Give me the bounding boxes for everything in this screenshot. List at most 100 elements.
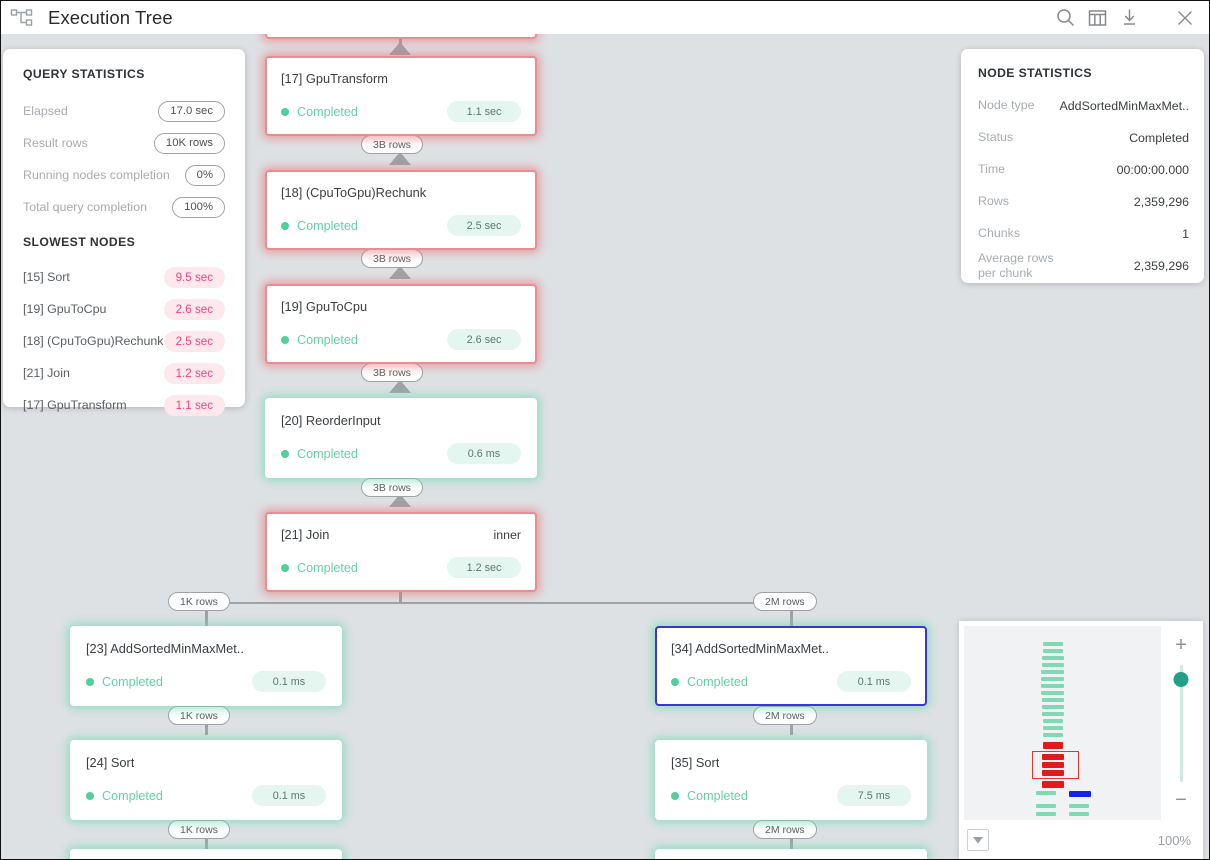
status-label: Completed bbox=[102, 789, 163, 803]
slowest-node-label: [15] Sort bbox=[23, 270, 70, 284]
page-title: Execution Tree bbox=[48, 7, 173, 29]
slowest-node-label: [18] (CpuToGpu)Rechunk bbox=[23, 334, 164, 348]
status-label: Completed bbox=[297, 105, 358, 119]
slowest-nodes-heading: SLOWEST NODES bbox=[23, 235, 225, 249]
status-dot-icon bbox=[281, 222, 289, 230]
edge-label-24-next: 1K rows bbox=[168, 820, 230, 839]
tree-node-35[interactable]: [35] Sort Completed 7.5 ms bbox=[655, 740, 927, 820]
stat-value: 0% bbox=[185, 165, 225, 186]
node-time-badge: 1.2 sec bbox=[447, 557, 521, 578]
node-time-badge: 0.1 ms bbox=[252, 671, 326, 692]
slowest-node-time: 2.6 sec bbox=[164, 299, 225, 320]
close-icon[interactable] bbox=[1169, 3, 1201, 33]
stat-value: 100% bbox=[172, 197, 225, 218]
tree-node-17[interactable]: [17] GpuTransform Completed 1.1 sec bbox=[265, 56, 537, 136]
tree-node-19[interactable]: [19] GpuToCpu Completed 2.6 sec bbox=[265, 284, 537, 364]
stat-label: Time bbox=[978, 162, 1005, 178]
download-icon[interactable] bbox=[1113, 3, 1145, 33]
node-status: Completed bbox=[86, 675, 163, 689]
slowest-node-time: 1.1 sec bbox=[164, 395, 225, 416]
query-statistics-panel: QUERY STATISTICS Elapsed 17.0 sec Result… bbox=[3, 49, 245, 407]
zoom-out-button[interactable]: − bbox=[1175, 790, 1187, 810]
edge-label-20-21: 3B rows bbox=[361, 478, 423, 497]
chevron-down-icon[interactable] bbox=[967, 829, 989, 851]
slowest-node-item[interactable]: [15] Sort 9.5 sec bbox=[23, 261, 225, 293]
minimap-viewport[interactable] bbox=[1032, 751, 1079, 779]
slowest-node-time: 1.2 sec bbox=[164, 363, 225, 384]
node-stat-row: Average rows per chunk 2,359,296 bbox=[978, 250, 1189, 282]
zoom-controls: + − bbox=[1161, 626, 1201, 820]
edge-arrow-icon bbox=[389, 42, 411, 55]
slowest-node-time: 2.5 sec bbox=[164, 331, 225, 352]
slowest-node-item[interactable]: [17] GpuTransform 1.1 sec bbox=[23, 389, 225, 421]
status-label: Completed bbox=[297, 219, 358, 233]
tree-node-18[interactable]: [18] (CpuToGpu)Rechunk Completed 2.5 sec bbox=[265, 170, 537, 250]
slowest-node-time: 9.5 sec bbox=[164, 267, 225, 288]
node-title: [17] GpuTransform bbox=[281, 71, 388, 86]
slowest-node-label: [19] GpuToCpu bbox=[23, 302, 106, 316]
node-footer: Completed 0.1 ms bbox=[86, 671, 326, 692]
status-dot-icon bbox=[86, 678, 94, 686]
search-icon[interactable] bbox=[1049, 3, 1081, 33]
zoom-slider[interactable] bbox=[1180, 665, 1183, 782]
node-footer: Completed 0.6 ms bbox=[281, 443, 521, 464]
node-footer: Completed 0.1 ms bbox=[86, 785, 326, 806]
node-time-badge: 2.6 sec bbox=[447, 329, 521, 350]
tree-icon bbox=[10, 8, 34, 28]
stat-label: Status bbox=[978, 130, 1013, 146]
tree-node-20[interactable]: [20] ReorderInput Completed 0.6 ms bbox=[265, 398, 537, 478]
status-dot-icon bbox=[281, 450, 289, 458]
edge-label-18-19: 3B rows bbox=[361, 249, 423, 268]
tree-node-23[interactable]: [23] AddSortedMinMaxMet.. Completed 0.1 … bbox=[70, 626, 342, 706]
tree-node-34[interactable]: [34] AddSortedMinMaxMet.. Completed 0.1 … bbox=[655, 626, 927, 706]
node-time-badge: 0.1 ms bbox=[252, 785, 326, 806]
status-label: Completed bbox=[687, 675, 748, 689]
node-status: Completed bbox=[281, 219, 358, 233]
edge-label-21-23: 1K rows bbox=[168, 592, 230, 611]
slowest-node-item[interactable]: [21] Join 1.2 sec bbox=[23, 357, 225, 389]
minimap-canvas[interactable] bbox=[964, 626, 1161, 820]
status-label: Completed bbox=[297, 561, 358, 575]
node-stat-row: Time 00:00:00.000 bbox=[978, 154, 1189, 186]
query-stat-row: Result rows 10K rows bbox=[23, 127, 225, 159]
status-dot-icon bbox=[671, 678, 679, 686]
node-stat-row: Status Completed bbox=[978, 122, 1189, 154]
slowest-node-label: [17] GpuTransform bbox=[23, 398, 127, 412]
node-title: [20] ReorderInput bbox=[281, 413, 381, 428]
stat-value: AddSortedMinMaxMet.. bbox=[1060, 99, 1189, 113]
tree-node-partial-bottom-right[interactable] bbox=[655, 849, 927, 860]
stat-label: Average rows per chunk bbox=[978, 251, 1074, 282]
node-title: [34] AddSortedMinMaxMet.. bbox=[671, 641, 829, 656]
window-header: Execution Tree bbox=[1, 1, 1210, 34]
stat-value: 1 bbox=[1182, 227, 1189, 241]
node-title: [18] (CpuToGpu)Rechunk bbox=[281, 185, 426, 200]
tree-node-24[interactable]: [24] Sort Completed 0.1 ms bbox=[70, 740, 342, 820]
node-footer: Completed 2.6 sec bbox=[281, 329, 521, 350]
tree-node-partial-bottom-left[interactable] bbox=[70, 849, 342, 860]
slowest-node-item[interactable]: [19] GpuToCpu 2.6 sec bbox=[23, 293, 225, 325]
minimap-panel: + − 100% bbox=[959, 621, 1203, 859]
node-status: Completed bbox=[671, 675, 748, 689]
node-stat-row: Node type AddSortedMinMaxMet.. bbox=[978, 90, 1189, 122]
table-icon[interactable] bbox=[1081, 3, 1113, 33]
status-dot-icon bbox=[281, 108, 289, 116]
stat-value: 2,359,296 bbox=[1134, 195, 1189, 209]
tree-node-21[interactable]: [21] Join inner Completed 1.2 sec bbox=[265, 512, 537, 592]
node-footer: Completed 1.2 sec bbox=[281, 557, 521, 578]
node-header: [35] Sort bbox=[671, 755, 911, 770]
zoom-in-button[interactable]: + bbox=[1175, 635, 1187, 655]
zoom-slider-thumb[interactable] bbox=[1174, 672, 1189, 687]
status-label: Completed bbox=[297, 333, 358, 347]
node-stat-row: Rows 2,359,296 bbox=[978, 186, 1189, 218]
node-extra: inner bbox=[493, 528, 521, 542]
status-label: Completed bbox=[687, 789, 748, 803]
slowest-node-item[interactable]: [18] (CpuToGpu)Rechunk 2.5 sec bbox=[23, 325, 225, 357]
edge-label-17-18: 3B rows bbox=[361, 135, 423, 154]
stat-label: Node type bbox=[978, 98, 1034, 114]
status-dot-icon bbox=[281, 336, 289, 344]
stat-label: Result rows bbox=[23, 136, 88, 150]
status-label: Completed bbox=[102, 675, 163, 689]
status-label: Completed bbox=[297, 447, 358, 461]
edge-label-34-35: 2M rows bbox=[753, 706, 817, 725]
tree-node-partial-top[interactable] bbox=[265, 34, 537, 39]
